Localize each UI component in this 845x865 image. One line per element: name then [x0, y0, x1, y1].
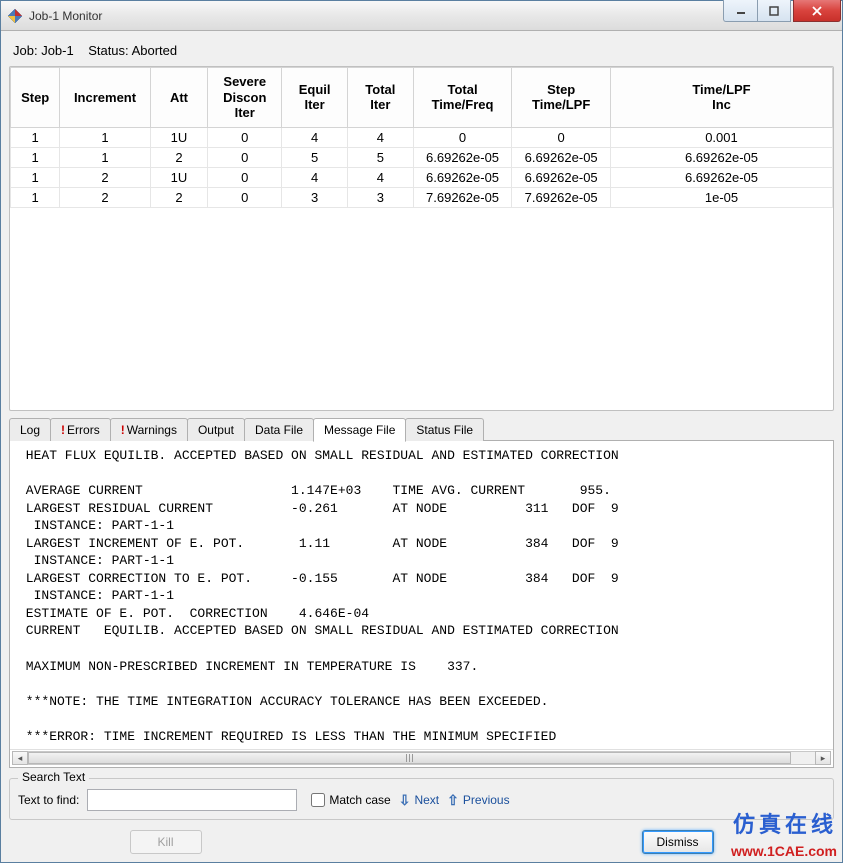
search-group: Search Text Text to find: Match case ⇩ N… — [9, 778, 834, 820]
search-input[interactable] — [87, 789, 297, 811]
warning-icon: ! — [61, 423, 65, 437]
table-cell[interactable]: 2 — [60, 167, 150, 187]
table-cell[interactable]: 6.69262e-05 — [413, 167, 512, 187]
tab-message-file[interactable]: Message File — [313, 418, 406, 442]
col-header[interactable]: Time/LPFInc — [610, 68, 832, 128]
status-label: Status: — [88, 43, 128, 58]
table-row[interactable]: 1120556.69262e-056.69262e-056.69262e-05 — [11, 147, 833, 167]
table-cell[interactable]: 2 — [150, 147, 208, 167]
tab-output[interactable]: Output — [187, 418, 245, 441]
table-cell[interactable]: 1 — [11, 127, 60, 147]
minimize-button[interactable] — [723, 0, 757, 22]
match-case-checkbox[interactable] — [311, 793, 325, 807]
table-cell[interactable]: 1e-05 — [610, 187, 832, 207]
tab-label: Errors — [67, 423, 100, 437]
table-cell[interactable]: 1 — [11, 147, 60, 167]
job-name: Job-1 — [41, 43, 74, 58]
tab-label: Log — [20, 423, 40, 437]
down-arrow-icon: ⇩ — [399, 792, 411, 809]
table-cell[interactable]: 0 — [512, 127, 611, 147]
job-info-row: Job: Job-1 Status: Aborted — [9, 37, 834, 60]
table-cell[interactable]: 0.001 — [610, 127, 832, 147]
tab-data-file[interactable]: Data File — [244, 418, 314, 441]
dismiss-button[interactable]: Dismiss — [642, 830, 714, 854]
job-label: Job: — [13, 43, 38, 58]
col-header[interactable]: EquilIter — [282, 68, 348, 128]
table-cell[interactable]: 7.69262e-05 — [512, 187, 611, 207]
find-label: Text to find: — [18, 793, 79, 807]
table-cell[interactable]: 4 — [347, 127, 413, 147]
col-header[interactable]: TotalIter — [347, 68, 413, 128]
table-cell[interactable]: 1 — [60, 147, 150, 167]
message-text[interactable]: HEAT FLUX EQUILIB. ACCEPTED BASED ON SMA… — [10, 441, 833, 749]
tab-errors[interactable]: !Errors — [50, 418, 111, 441]
table-cell[interactable]: 5 — [347, 147, 413, 167]
table-row[interactable]: 121U0446.69262e-056.69262e-056.69262e-05 — [11, 167, 833, 187]
table-cell[interactable]: 4 — [282, 127, 348, 147]
table-cell[interactable]: 1U — [150, 167, 208, 187]
table-row[interactable]: 111U044000.001 — [11, 127, 833, 147]
tab-label: Output — [198, 423, 234, 437]
match-case-label: Match case — [329, 793, 390, 807]
table-cell[interactable]: 6.69262e-05 — [512, 167, 611, 187]
scroll-thumb[interactable] — [28, 752, 791, 764]
table-cell[interactable]: 2 — [60, 187, 150, 207]
table-cell[interactable]: 3 — [347, 187, 413, 207]
table-cell[interactable]: 4 — [347, 167, 413, 187]
table-cell[interactable]: 6.69262e-05 — [413, 147, 512, 167]
col-header[interactable]: Att — [150, 68, 208, 128]
table-cell[interactable]: 0 — [208, 147, 282, 167]
titlebar[interactable]: Job-1 Monitor — [1, 1, 842, 31]
scroll-right-arrow-icon[interactable]: ▸ — [815, 751, 831, 765]
close-button[interactable] — [793, 0, 841, 22]
scroll-left-arrow-icon[interactable]: ◂ — [12, 751, 28, 765]
tab-label: Status File — [416, 423, 473, 437]
table-cell[interactable]: 3 — [282, 187, 348, 207]
col-header[interactable]: SevereDisconIter — [208, 68, 282, 128]
table-row[interactable]: 1220337.69262e-057.69262e-051e-05 — [11, 187, 833, 207]
table-cell[interactable]: 6.69262e-05 — [610, 147, 832, 167]
horizontal-scrollbar[interactable]: ◂ ▸ — [10, 749, 833, 767]
warning-icon: ! — [121, 423, 125, 437]
tab-label: Message File — [324, 423, 395, 437]
tab-row: Log!Errors!WarningsOutputData FileMessag… — [9, 417, 834, 441]
table-cell[interactable]: 1 — [60, 127, 150, 147]
table-cell[interactable]: 4 — [282, 167, 348, 187]
maximize-button[interactable] — [757, 0, 791, 22]
table-cell[interactable]: 0 — [208, 167, 282, 187]
col-header[interactable]: Step — [11, 68, 60, 128]
tab-log[interactable]: Log — [9, 418, 51, 441]
table-cell[interactable]: 1 — [11, 167, 60, 187]
col-header[interactable]: Increment — [60, 68, 150, 128]
next-button[interactable]: ⇩ Next — [399, 792, 439, 809]
table-cell[interactable]: 1U — [150, 127, 208, 147]
col-header[interactable]: StepTime/LPF — [512, 68, 611, 128]
iteration-table[interactable]: StepIncrementAttSevereDisconIterEquilIte… — [10, 67, 833, 208]
table-cell[interactable]: 0 — [413, 127, 512, 147]
up-arrow-icon: ⇧ — [447, 792, 459, 809]
kill-button: Kill — [130, 830, 202, 854]
table-cell[interactable]: 7.69262e-05 — [413, 187, 512, 207]
window-title: Job-1 Monitor — [29, 9, 723, 23]
table-cell[interactable]: 6.69262e-05 — [610, 167, 832, 187]
scroll-track[interactable] — [28, 751, 815, 765]
search-legend: Search Text — [18, 770, 89, 784]
tab-warnings[interactable]: !Warnings — [110, 418, 188, 441]
previous-button[interactable]: ⇧ Previous — [447, 792, 509, 809]
table-cell[interactable]: 0 — [208, 127, 282, 147]
tab-status-file[interactable]: Status File — [405, 418, 484, 441]
message-file-panel: HEAT FLUX EQUILIB. ACCEPTED BASED ON SMA… — [9, 440, 834, 768]
table-cell[interactable]: 2 — [150, 187, 208, 207]
tab-label: Warnings — [127, 423, 177, 437]
table-cell[interactable]: 6.69262e-05 — [512, 147, 611, 167]
table-cell[interactable]: 0 — [208, 187, 282, 207]
table-cell[interactable]: 5 — [282, 147, 348, 167]
tab-label: Data File — [255, 423, 303, 437]
iteration-table-panel: StepIncrementAttSevereDisconIterEquilIte… — [9, 66, 834, 411]
col-header[interactable]: TotalTime/Freq — [413, 68, 512, 128]
status-value: Aborted — [132, 43, 178, 58]
app-icon — [7, 8, 23, 24]
table-cell[interactable]: 1 — [11, 187, 60, 207]
